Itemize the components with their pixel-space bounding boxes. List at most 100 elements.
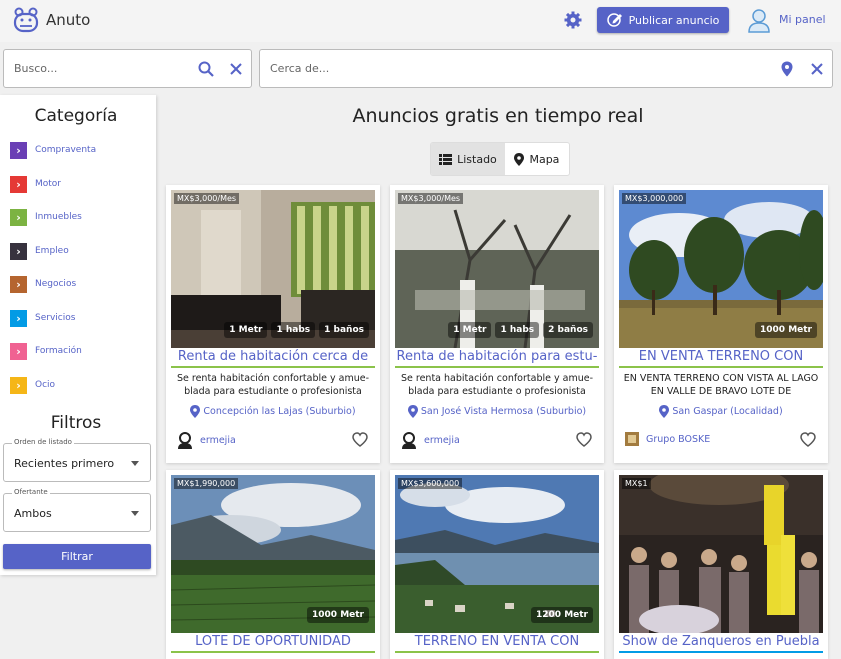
user-name: Grupo BOSKE [646,433,711,445]
edit-icon [606,13,622,27]
listing-description: EN VENTA TERRENO CON VISTA AL LAGO EN VA… [623,373,819,397]
categories-title: Categoría [34,106,118,126]
favorite-heart-icon[interactable] [576,432,592,447]
listing-card[interactable]: MX$3,600,000 1200 Metr TERRENO EN VENTA … [390,470,604,659]
sidebar: Categoría › Compraventa › Motor › Inmueb… [0,95,156,575]
listing-title[interactable]: LOTE DE OPORTUNIDAD [171,633,375,653]
map-pin-icon [407,405,418,418]
view-toggle: Listado Mapa [430,142,570,176]
area-chip: 1 Metr [448,322,492,338]
gear-icon[interactable] [563,10,583,30]
category-servicios[interactable]: › Servicios [10,309,150,327]
listing-title[interactable]: EN VENTA TERRENO CON [619,348,823,368]
map-pin-icon[interactable] [778,60,796,78]
offer-select[interactable]: Ofertante Ambos [3,488,151,532]
listing-card[interactable]: MX$3,000,000 1000 Metr EN VENTA TERRENO … [614,185,828,463]
listing-photo[interactable]: MX$3,600,000 1200 Metr [395,475,599,633]
location-input[interactable]: Cerca de... [259,49,833,88]
map-pin-icon [514,152,525,166]
price-badge: MX$3,000,000 [622,193,687,204]
listing-card[interactable]: MX$3,000/Mes 1 Metr 1 habs 2 baños Renta… [390,185,604,463]
listing-photo[interactable]: MX$3,000,000 1000 Metr [619,190,823,348]
hippo-logo-icon[interactable] [12,7,40,33]
listing-title[interactable]: Renta de habitación para estu- [395,348,599,368]
area-chip: 1000 Metr [755,322,817,338]
listing-card[interactable]: MX$1 Show de Zanqueros en Puebla [614,470,828,659]
price-badge: MX$3,000/Mes [174,193,240,204]
listing-photo[interactable]: MX$1,990,000 1000 Metr [171,475,375,633]
clear-location-icon[interactable] [808,60,826,78]
listing-photo[interactable]: MX$3,000/Mes 1 Metr 1 habs 1 baños [171,190,375,348]
publish-ad-label: Publicar anuncio [628,13,720,27]
chevron-right-icon: › [10,342,27,360]
listing-description: Se renta habitación confortable y amue-b… [176,373,369,397]
order-select[interactable]: Orden de listado Recientes primero [3,438,151,482]
listing-card[interactable]: MX$1,990,000 1000 Metr LOTE DE OPORTUNID… [166,470,380,659]
listing-title[interactable]: TERRENO EN VENTA CON [395,633,599,653]
category-compraventa[interactable]: › Compraventa [10,141,150,159]
price-badge: MX$3,000/Mes [398,193,464,204]
area-chip: 1 Metr [224,322,268,338]
my-panel-link[interactable]: Mi panel [779,13,826,26]
category-formacion[interactable]: › Formación [10,342,150,360]
category-motor[interactable]: › Motor [10,175,150,193]
listing-title[interactable]: Renta de habitación cerca de [171,348,375,368]
order-value: Recientes primero [14,457,115,470]
user-name: ermejia [200,434,236,446]
offer-value: Ambos [14,507,52,520]
bathrooms-chip: 1 baños [319,322,369,338]
top-bar: Anuto Publicar anuncio Mi panel [0,0,841,42]
brand-name[interactable]: Anuto [46,11,90,29]
offer-legend: Ofertante [12,488,50,496]
chevron-right-icon: › [10,208,27,226]
search-input[interactable]: Busco... [3,49,252,88]
listing-photo[interactable]: MX$3,000/Mes 1 Metr 1 habs 2 baños [395,190,599,348]
chevron-right-icon: › [10,376,27,394]
user-avatar-icon [402,432,416,449]
category-empleo[interactable]: › Empleo [10,242,150,260]
user-avatar-icon [178,432,192,449]
user-avatar-icon[interactable] [746,7,772,33]
filter-button[interactable]: Filtrar [3,544,151,569]
clear-search-icon[interactable] [227,60,245,78]
favorite-heart-icon[interactable] [352,432,368,447]
listing-location[interactable]: San Gaspar (Localidad) [619,405,823,418]
view-map-button[interactable]: Mapa [505,143,569,175]
listing-location[interactable]: San José Vista Hermosa (Suburbio) [395,405,599,418]
listing-user[interactable]: ermejia [400,431,460,449]
chevron-right-icon: › [10,275,27,293]
category-label: Empleo [35,246,69,256]
listing-user[interactable]: ermejia [176,431,236,449]
category-label: Inmuebles [35,212,82,222]
location-label: Concepción las Lajas (Suburbio) [203,406,356,417]
listing-description: Se renta habitación confortable y amue-b… [400,373,593,397]
search-placeholder: Busco... [14,62,58,75]
dropdown-arrow-icon [131,511,139,516]
order-legend: Orden de listado [12,438,74,446]
map-pin-icon [190,405,201,418]
favorite-heart-icon[interactable] [800,432,816,447]
chevron-right-icon: › [10,175,27,193]
area-chip: 1000 Metr [307,607,369,623]
publish-ad-button[interactable]: Publicar anuncio [597,7,729,33]
category-inmuebles[interactable]: › Inmuebles [10,208,150,226]
listing-location[interactable]: Concepción las Lajas (Suburbio) [171,405,375,418]
location-placeholder: Cerca de... [270,62,330,75]
listing-title[interactable]: Show de Zanqueros en Puebla [619,633,823,653]
dropdown-arrow-icon [131,461,139,466]
page-title: Anuncios gratis en tiempo real [352,105,644,127]
category-negocios[interactable]: › Negocios [10,275,150,293]
rooms-chip: 1 habs [495,322,540,338]
category-ocio[interactable]: › Ocio [10,376,150,394]
chevron-right-icon: › [10,309,27,327]
view-list-button[interactable]: Listado [431,143,505,175]
listing-user[interactable]: Grupo BOSKE [624,431,710,447]
rooms-chip: 1 habs [271,322,316,338]
category-label: Servicios [35,313,76,323]
search-icon[interactable] [197,60,215,78]
company-logo-icon [625,432,639,446]
listing-card[interactable]: MX$3,000/Mes 1 Metr 1 habs 1 baños Renta… [166,185,380,463]
filters-title: Filtros [50,413,102,433]
map-pin-icon [659,405,670,418]
listing-photo[interactable]: MX$1 [619,475,823,633]
